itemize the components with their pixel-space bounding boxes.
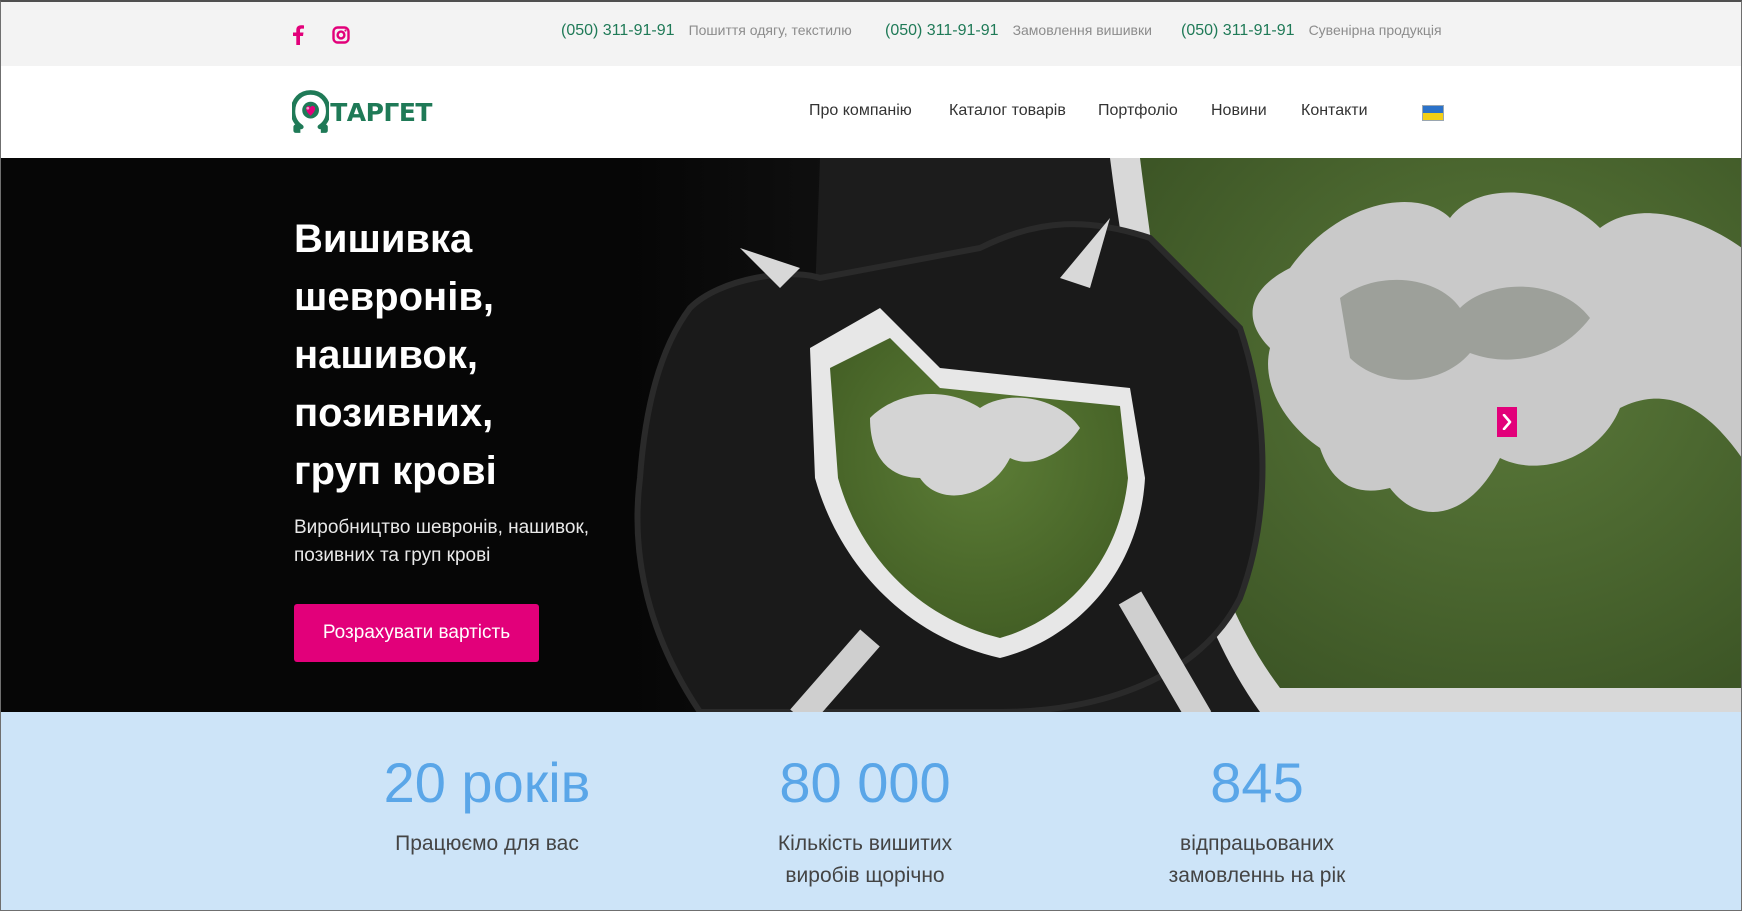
hero-banner: Вишивка шевронів, нашивок, позивних, гру… [0, 158, 1742, 712]
ukraine-flag-icon[interactable] [1422, 105, 1444, 121]
stat-value: 845 [1210, 751, 1304, 814]
contact-souvenirs: (050) 311-91-91 Сувенірна продукція [1181, 22, 1442, 46]
phone-link[interactable]: (050) 311-91-91 [1181, 22, 1295, 40]
top-bar: (050) 311-91-91 Пошиття одягу, текстилю … [0, 0, 1742, 66]
site-header: ТАРГЕТ Про компанію Каталог товарів Порт… [0, 66, 1742, 158]
stat-value: 20 років [383, 751, 591, 814]
stat-label: Кількість вишитих виробів щорічно [777, 832, 953, 887]
contact-description: Сувенірна продукція [1308, 22, 1442, 38]
logo-text: ТАРГЕТ [330, 97, 432, 127]
contact-description: Замовлення вишивки [1012, 22, 1152, 38]
phone-link[interactable]: (050) 311-91-91 [561, 22, 675, 40]
stat-value: 80 000 [779, 751, 951, 814]
phone-link[interactable]: (050) 311-91-91 [885, 22, 999, 40]
nav-item-portfolio[interactable]: Портфоліо [1098, 102, 1178, 120]
contact-clothing: (050) 311-91-91 Пошиття одягу, текстилю [561, 22, 852, 46]
hero-background-image [0, 158, 1742, 712]
contact-description: Пошиття одягу, текстилю [688, 22, 852, 38]
stat-years: 20 років Працюємо для вас [337, 752, 637, 860]
nav-item-contacts[interactable]: Контакти [1301, 102, 1368, 120]
hero-subtitle: Виробництво шевронів, нашивок, позивних … [294, 517, 590, 566]
chevron-right-icon [1502, 414, 1512, 430]
nav-item-about[interactable]: Про компанію [809, 102, 912, 120]
instagram-icon[interactable] [328, 22, 354, 48]
hero-title: Вишивка шевронів, нашивок, позивних, гру… [294, 217, 497, 493]
stat-orders: 845 відпрацьованих замовленнь на рік [1107, 752, 1407, 892]
stat-label: відпрацьованих замовленнь на рік [1168, 832, 1346, 887]
stat-label: Працюємо для вас [395, 832, 579, 855]
stat-items: 80 000 Кількість вишитих виробів щорічно [715, 752, 1015, 892]
stats-section: 20 років Працюємо для вас 80 000 Кількіс… [0, 712, 1742, 911]
logo[interactable]: ТАРГЕТ [292, 86, 432, 138]
logo-omega-icon [292, 90, 330, 133]
facebook-icon[interactable] [285, 22, 311, 48]
nav-item-catalog[interactable]: Каталог товарів [949, 102, 1066, 120]
nav-item-news[interactable]: Новини [1211, 102, 1267, 120]
slider-next-button[interactable] [1497, 407, 1517, 437]
contact-embroidery: (050) 311-91-91 Замовлення вишивки [885, 22, 1152, 46]
calculate-cost-button[interactable]: Розрахувати вартість [294, 604, 539, 662]
